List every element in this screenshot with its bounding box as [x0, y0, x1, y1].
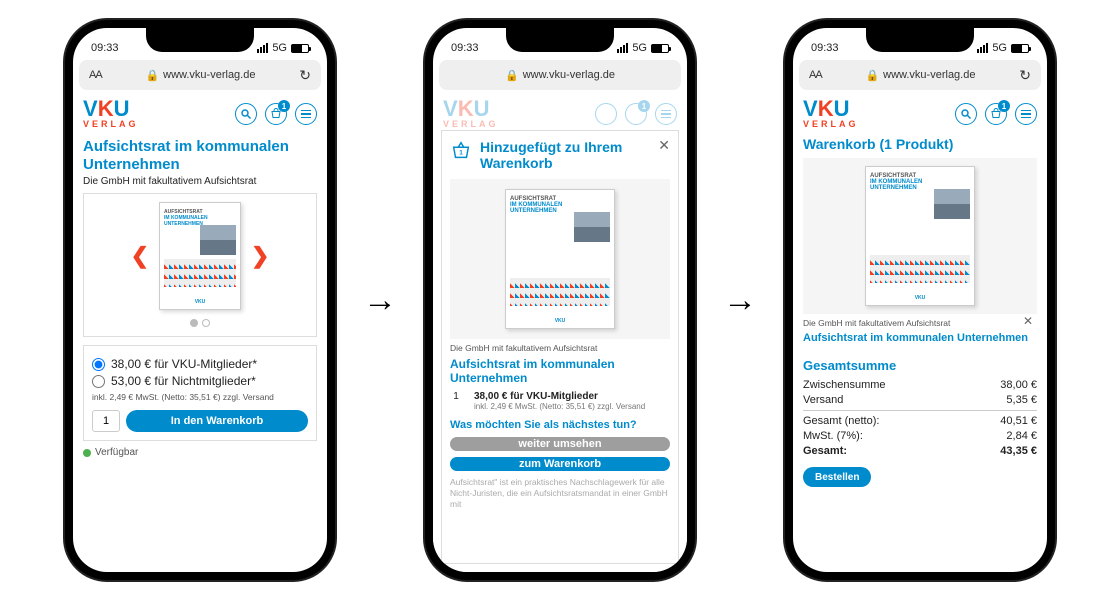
signal-icon — [257, 43, 268, 53]
status-bar: 09:33 5G — [793, 28, 1047, 56]
browser-url-bar[interactable]: AA 🔒 www.vku-verlag.de ↻ — [799, 60, 1041, 90]
cart-item-subtitle: Die GmbH mit fakultativem Aufsichtsrat — [803, 318, 1037, 328]
product-title: Aufsichtsrat im kommunalen Unternehmen — [83, 138, 317, 174]
flow-arrow-icon: → — [723, 281, 757, 320]
menu-icon[interactable] — [295, 103, 317, 125]
modal-product-name: Aufsichtsrat im kommunalen Unternehmen — [450, 357, 670, 385]
cart-icon[interactable]: 1 — [265, 103, 287, 125]
lock-icon: 🔒 — [505, 69, 519, 82]
search-icon[interactable] — [955, 103, 977, 125]
search-icon[interactable] — [235, 103, 257, 125]
radio-member[interactable] — [92, 358, 105, 371]
status-time: 09:33 — [91, 42, 119, 54]
added-to-cart-modal: ✕ 1 Hinzugefügt zu Ihrem Warenkorb AUFSI… — [441, 130, 679, 564]
signal-icon — [617, 43, 628, 53]
product-subtitle: Die GmbH mit fakultativem Aufsichtsrat — [83, 176, 317, 187]
basket-icon: 1 — [450, 139, 472, 164]
summary-shipping: Versand5,35 € — [803, 394, 1037, 406]
price-fineprint: inkl. 2,49 € MwSt. (Netto: 35,51 €) zzgl… — [92, 392, 308, 402]
url-text: www.vku-verlag.de — [163, 69, 255, 81]
cart-badge: 1 — [278, 100, 290, 112]
quantity-input[interactable] — [92, 410, 120, 432]
brand-logo[interactable]: VKU VERLAG — [803, 100, 859, 128]
browser-url-bar[interactable]: AA 🔒 www.vku-verlag.de ↻ — [79, 60, 321, 90]
svg-text:1: 1 — [459, 150, 463, 157]
reload-icon[interactable]: ↻ — [1019, 67, 1031, 84]
flow-arrow-icon: → — [363, 281, 397, 320]
modal-title: Hinzugefügt zu Ihrem Warenkorb — [480, 139, 670, 171]
gallery-next-icon[interactable]: ❯ — [247, 245, 273, 267]
phone-cart: 09:33 5G AA 🔒 www.vku-verlag.de ↻ VKU VE… — [785, 20, 1055, 580]
go-to-cart-button[interactable]: zum Warenkorb — [450, 457, 670, 471]
app-header: VKU VERLAG 1 — [73, 94, 327, 132]
phone-modal: 09:33 5G 🔒 www.vku-verlag.de VKUVERLAG 1… — [425, 20, 695, 580]
modal-subtitle: Die GmbH mit fakultativem Aufsichtsrat — [450, 343, 670, 353]
summary-total: Gesamt:43,35 € — [803, 445, 1037, 457]
background-text: Aufsichtsrat" ist ein praktisches Nachsc… — [450, 477, 670, 510]
summary-vat: MwSt. (7%):2,84 € — [803, 430, 1037, 442]
lock-icon: 🔒 — [865, 69, 879, 82]
continue-shopping-button[interactable]: weiter umsehen — [450, 437, 670, 451]
text-size-icon[interactable]: AA — [809, 69, 822, 81]
cart-icon: 1 — [625, 103, 647, 125]
availability: Verfügbar — [83, 447, 317, 458]
summary-title: Gesamtsumme — [803, 358, 1037, 373]
text-size-icon[interactable]: AA — [89, 69, 102, 81]
summary-net: Gesamt (netto):40,51 € — [803, 415, 1037, 427]
price-options: 38,00 € für VKU-Mitglieder* 53,00 € für … — [83, 345, 317, 441]
status-bar: 09:33 5G — [433, 28, 687, 56]
menu-icon — [655, 103, 677, 125]
divider — [803, 410, 1037, 411]
battery-icon — [291, 44, 309, 53]
status-network: 5G — [272, 42, 287, 54]
close-icon[interactable]: ✕ — [658, 137, 670, 154]
available-dot-icon — [83, 449, 91, 457]
app-header: VKU VERLAG 1 — [793, 94, 1047, 132]
search-icon — [595, 103, 617, 125]
product-gallery: ❮ AUFSICHTSRAT IM KOMMUNALEN UNTERNEHMEN… — [83, 193, 317, 337]
remove-item-icon[interactable]: ✕ — [1023, 314, 1033, 328]
order-button[interactable]: Bestellen — [803, 467, 871, 487]
battery-icon — [651, 44, 669, 53]
radio-nonmember[interactable] — [92, 375, 105, 388]
cart-icon[interactable]: 1 — [985, 103, 1007, 125]
price-opt-nonmember[interactable]: 53,00 € für Nichtmitglieder* — [92, 374, 308, 388]
add-to-cart-button[interactable]: In den Warenkorb — [126, 410, 308, 432]
signal-icon — [977, 43, 988, 53]
brand-logo[interactable]: VKU VERLAG — [83, 100, 139, 128]
cart-item-name[interactable]: Aufsichtsrat im kommunalen Unternehmen — [803, 332, 1037, 344]
phone-product: 09:33 5G AA 🔒 www.vku-verlag.de ↻ VKU VE… — [65, 20, 335, 580]
cart-item-image: AUFSICHTSRAT IM KOMMUNALEN UNTERNEHMEN V… — [803, 158, 1037, 314]
gallery-prev-icon[interactable]: ❮ — [127, 245, 153, 267]
lock-icon: 🔒 — [145, 69, 159, 82]
status-bar: 09:33 5G — [73, 28, 327, 56]
price-opt-member[interactable]: 38,00 € für VKU-Mitglieder* — [92, 357, 308, 371]
modal-price-line: 1 38,00 € für VKU-Mitglieder inkl. 2,49 … — [450, 391, 670, 411]
cart-title: Warenkorb (1 Produkt) — [803, 136, 1037, 152]
product-cover[interactable]: AUFSICHTSRAT IM KOMMUNALEN UNTERNEHMEN V… — [159, 202, 241, 310]
reload-icon[interactable]: ↻ — [299, 67, 311, 84]
modal-product-image: AUFSICHTSRAT IM KOMMUNALEN UNTERNEHMEN V… — [450, 179, 670, 339]
summary-subtotal: Zwischensumme38,00 € — [803, 379, 1037, 391]
battery-icon — [1011, 44, 1029, 53]
gallery-dots[interactable] — [90, 318, 310, 330]
browser-url-bar[interactable]: 🔒 www.vku-verlag.de — [439, 60, 681, 90]
modal-next-question: Was möchten Sie als nächstes tun? — [450, 419, 670, 431]
menu-icon[interactable] — [1015, 103, 1037, 125]
